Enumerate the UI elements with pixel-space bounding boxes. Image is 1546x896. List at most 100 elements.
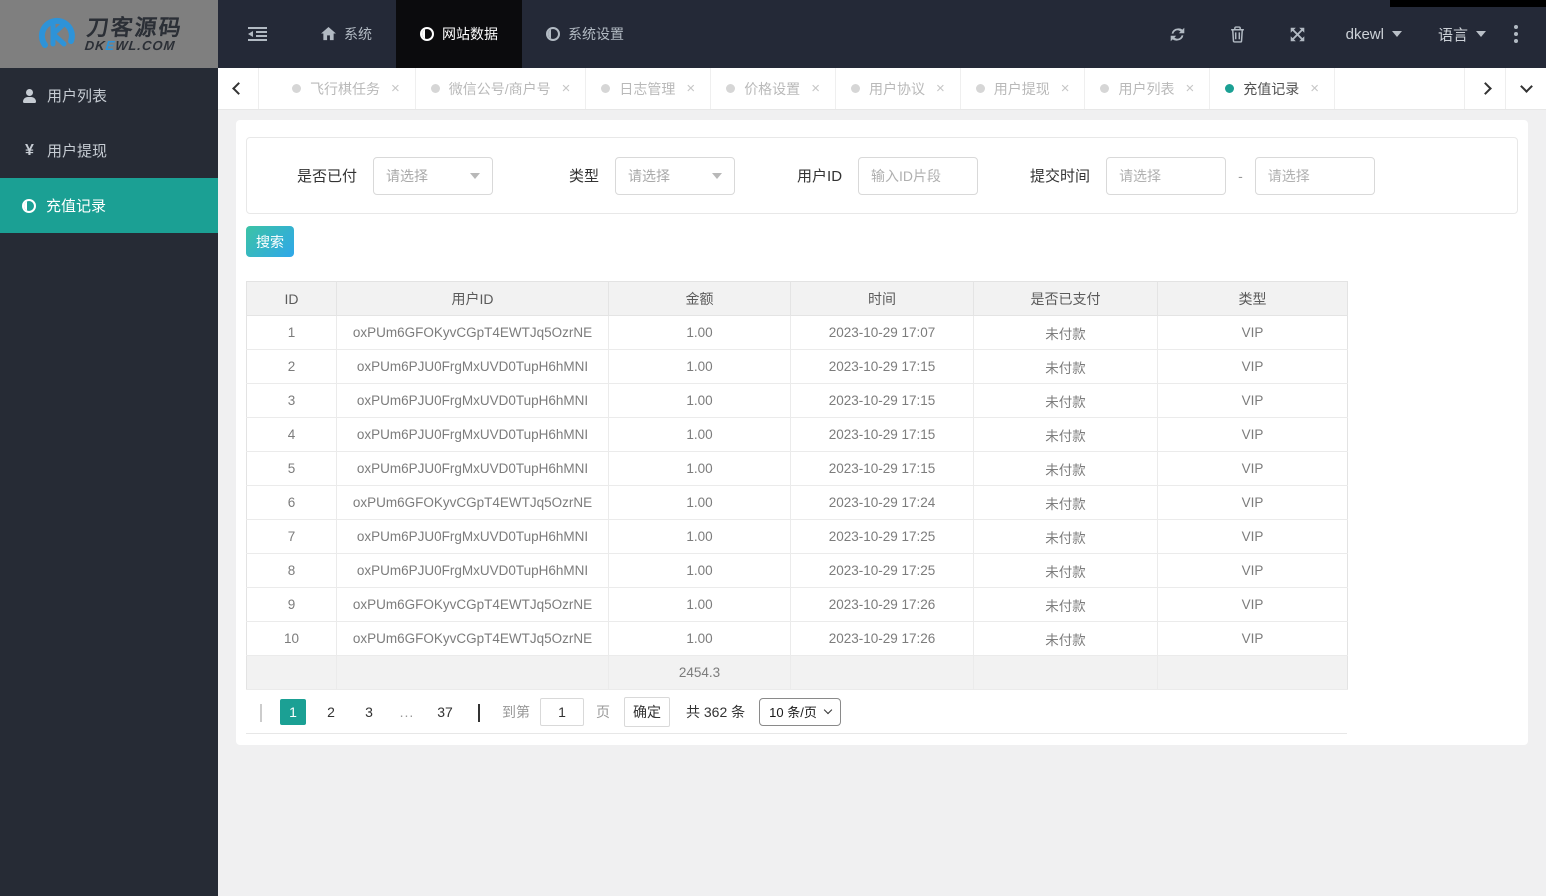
cell-id: 6 <box>246 485 337 520</box>
table-row: 8 oxPUm6PJU0FrgMxUVD0TupH6hMNI 1.00 2023… <box>246 553 1348 588</box>
tab-close-icon[interactable]: × <box>811 80 820 97</box>
sidebar-item-user-withdraw[interactable]: ¥ 用户提现 <box>0 123 218 178</box>
table-row: 9 oxPUm6GFOKyvCGpT4EWTJq5OzrNE 1.00 2023… <box>246 587 1348 622</box>
page-number-button[interactable]: 3 <box>356 699 382 725</box>
next-page-button[interactable] <box>464 703 494 722</box>
page-number-button[interactable]: ... <box>394 699 420 725</box>
cell-id: 2 <box>246 349 337 384</box>
tabs-scroll-left-button[interactable] <box>218 68 259 109</box>
clear-cache-button[interactable] <box>1208 0 1267 68</box>
prev-page-button[interactable] <box>246 703 274 722</box>
cell-amount: 1.00 <box>608 417 791 452</box>
cell-type: VIP <box>1157 587 1348 622</box>
cell-time: 2023-10-29 17:15 <box>790 417 974 452</box>
nav-item-settings[interactable]: 系统设置 <box>522 0 648 68</box>
table-header-row: ID 用户ID 金额 时间 是否已支付 类型 <box>246 281 1348 316</box>
cell-userid: oxPUm6PJU0FrgMxUVD0TupH6hMNI <box>336 383 609 418</box>
tab-dot-icon <box>850 84 860 93</box>
fullscreen-button[interactable] <box>1267 0 1328 68</box>
yen-icon: ¥ <box>25 141 34 159</box>
cell-time: 2023-10-29 17:25 <box>790 553 974 588</box>
page-number-button[interactable]: 2 <box>318 699 344 725</box>
cell-amount: 1.00 <box>608 451 791 486</box>
trash-icon <box>1230 25 1244 43</box>
tab-label: 用户提现 <box>993 80 1050 97</box>
filter-userid-label: 用户ID <box>797 168 843 185</box>
nav-item-site-data[interactable]: 网站数据 <box>396 0 522 68</box>
time-to-input[interactable] <box>1254 156 1375 195</box>
cell-time: 2023-10-29 17:15 <box>790 383 974 418</box>
page-number-button[interactable]: 1 <box>280 698 306 725</box>
cell-userid: oxPUm6PJU0FrgMxUVD0TupH6hMNI <box>336 519 609 554</box>
tab-close-icon[interactable]: × <box>391 80 400 97</box>
tab-label: 微信公号/商户号 <box>448 80 551 97</box>
tab[interactable]: 用户提现 × <box>961 68 1086 109</box>
tab-label: 日志管理 <box>619 80 676 97</box>
cell-paid: 未付款 <box>973 315 1158 350</box>
tab[interactable]: 飞行棋任务 × <box>277 68 416 109</box>
goto-page-input[interactable] <box>540 697 584 726</box>
tab-close-icon[interactable]: × <box>686 80 695 97</box>
logo-domain: DKEWL.COM <box>84 37 177 53</box>
search-button[interactable]: 搜索 <box>246 226 294 257</box>
page-size-select[interactable]: 10 条/页 <box>759 697 841 726</box>
expand-arrows-icon <box>1290 27 1304 41</box>
tab-close-icon[interactable]: × <box>1061 80 1070 97</box>
type-select[interactable]: 请选择 <box>615 156 736 195</box>
table-row: 5 oxPUm6PJU0FrgMxUVD0TupH6hMNI 1.00 2023… <box>246 451 1348 486</box>
language-label: 语言 <box>1437 26 1468 44</box>
cell-type: VIP <box>1157 315 1348 350</box>
col-header-userid: 用户ID <box>336 281 609 316</box>
more-options-button[interactable] <box>1504 25 1532 43</box>
time-from-input[interactable] <box>1106 156 1227 195</box>
refresh-icon <box>1170 27 1184 41</box>
tab[interactable]: 用户协议 × <box>836 68 961 109</box>
chevron-right-icon <box>1478 82 1492 95</box>
app-logo: 刀客源码 DKEWL.COM <box>0 0 218 68</box>
page-number-list: 1 2 3 ... 37 <box>274 698 464 725</box>
col-header-paid: 是否已支付 <box>973 281 1158 316</box>
col-header-time: 时间 <box>790 281 974 316</box>
username: dkewl <box>1345 25 1384 43</box>
tab[interactable]: 日志管理 × <box>586 68 712 109</box>
table-row: 1 oxPUm6GFOKyvCGpT4EWTJq5OzrNE 1.00 2023… <box>246 315 1348 350</box>
cell-amount: 1.00 <box>608 315 791 350</box>
paid-status-select[interactable]: 请选择 <box>373 156 494 195</box>
sidebar-item-recharge-records[interactable]: 充值记录 <box>0 178 218 233</box>
cell-id: 10 <box>246 621 337 656</box>
page-number-button[interactable]: 37 <box>432 699 458 725</box>
tab[interactable]: 用户列表 × <box>1085 68 1211 109</box>
cell-paid: 未付款 <box>973 519 1158 554</box>
sidebar-item-user-list[interactable]: 用户列表 <box>0 68 218 123</box>
nav-item-system[interactable]: 系统 <box>297 0 396 68</box>
user-id-input[interactable] <box>858 156 979 195</box>
tab-label: 价格设置 <box>744 80 801 97</box>
pagination-bar: 1 2 3 ... 37 到第 页 确定 共 362 条 10 条/页 <box>246 690 1347 734</box>
tab-close-icon[interactable]: × <box>562 80 571 97</box>
tab-close-icon[interactable]: × <box>1185 80 1194 97</box>
refresh-button[interactable] <box>1147 0 1208 68</box>
tab[interactable]: 微信公号/商户号 × <box>416 68 587 109</box>
cell-amount: 1.00 <box>608 349 791 384</box>
tab-close-icon[interactable]: × <box>936 80 945 97</box>
tab-dot-icon <box>292 84 301 93</box>
confirm-button[interactable]: 确定 <box>624 696 670 727</box>
filter-type-label: 类型 <box>569 168 600 185</box>
tab-label: 飞行棋任务 <box>310 80 380 97</box>
tab-close-icon[interactable]: × <box>1310 80 1319 97</box>
tabs-scroll-right-button[interactable] <box>1464 68 1505 109</box>
user-menu[interactable]: dkewl <box>1328 0 1420 68</box>
language-menu[interactable]: 语言 <box>1420 0 1504 68</box>
tab[interactable]: 价格设置 × <box>711 68 836 109</box>
cell-paid: 未付款 <box>973 553 1158 588</box>
cell-type: VIP <box>1157 621 1348 656</box>
tab[interactable]: 充值记录 × <box>1210 68 1336 109</box>
cell-paid: 未付款 <box>973 417 1158 452</box>
cell-userid: oxPUm6GFOKyvCGpT4EWTJq5OzrNE <box>336 621 609 656</box>
tabs-menu-button[interactable] <box>1505 68 1546 109</box>
cell-id: 1 <box>246 315 337 350</box>
cell-time: 2023-10-29 17:15 <box>790 451 974 486</box>
chevron-down-icon <box>823 705 833 715</box>
cell-type: VIP <box>1157 485 1348 520</box>
sidebar-toggle-button[interactable] <box>218 0 297 68</box>
